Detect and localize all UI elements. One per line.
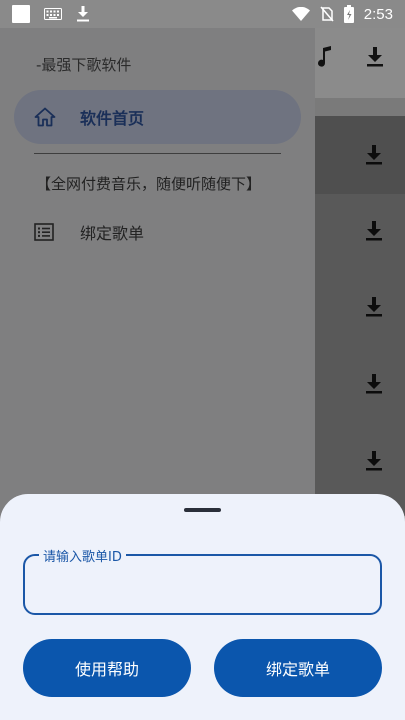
- battery-icon: [343, 5, 354, 23]
- drawer-item-home-label: 软件首页: [80, 109, 145, 128]
- download-icon[interactable]: [363, 373, 385, 395]
- wifi-icon: [291, 7, 310, 21]
- home-icon: [34, 107, 56, 127]
- notification-square-icon: [12, 5, 30, 23]
- download-icon[interactable]: [365, 46, 385, 68]
- bottom-sheet: 请输入歌单ID 使用帮助 绑定歌单: [0, 494, 405, 720]
- music-note-icon[interactable]: [317, 46, 333, 68]
- download-icon[interactable]: [363, 144, 385, 166]
- help-button[interactable]: 使用帮助: [23, 639, 191, 697]
- playlist-id-field[interactable]: 请输入歌单ID: [23, 546, 382, 615]
- drawer-item-bind-label: 绑定歌单: [80, 224, 145, 243]
- playlist-id-input[interactable]: [39, 570, 364, 600]
- status-time: 2:53: [363, 5, 393, 23]
- drag-handle[interactable]: [184, 508, 221, 512]
- status-bar: 2:53: [0, 0, 405, 28]
- drawer-promo-text: 【全网付费音乐，随便听随便下】: [36, 175, 262, 193]
- playlist-id-field-label: 请输入歌单ID: [39, 546, 126, 565]
- drawer-item-bind-playlist[interactable]: 绑定歌单: [34, 220, 144, 244]
- download-icon[interactable]: [363, 450, 385, 472]
- download-icon: [77, 6, 89, 22]
- download-icon[interactable]: [363, 296, 385, 318]
- status-left: [12, 5, 90, 23]
- download-icon[interactable]: [363, 220, 385, 242]
- drawer-divider: [34, 153, 281, 154]
- list-icon: [34, 223, 54, 241]
- keyboard-icon: [44, 8, 62, 20]
- status-right: 2:53: [291, 5, 393, 23]
- bind-playlist-button[interactable]: 绑定歌单: [214, 639, 382, 697]
- drawer-item-home[interactable]: 软件首页: [14, 90, 301, 144]
- drawer-subtitle: -最强下歌软件: [36, 56, 132, 74]
- background-toolbar-icons: [317, 46, 385, 68]
- no-sim-icon: [320, 6, 334, 22]
